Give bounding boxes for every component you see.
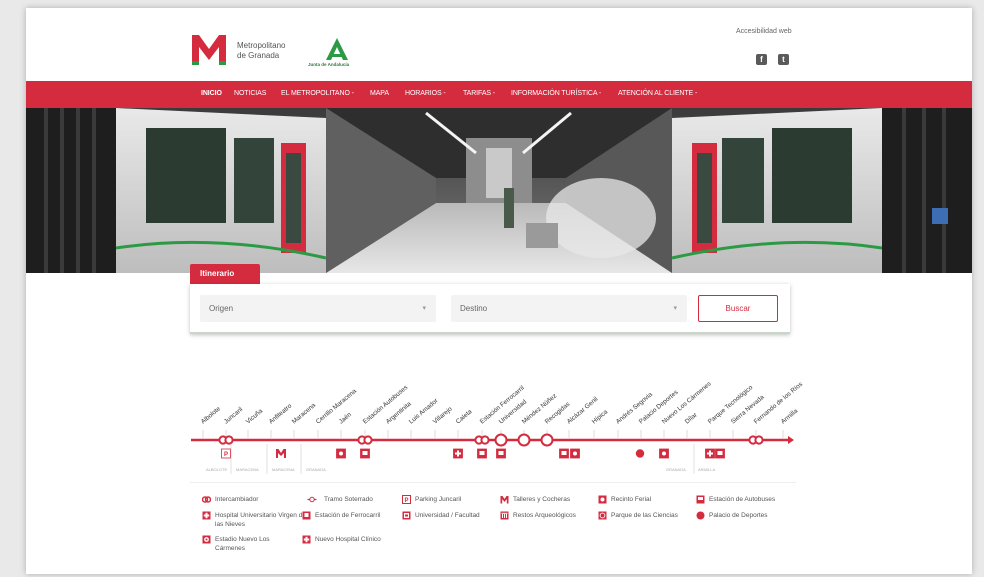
interchange-icon[interactable] bbox=[224, 435, 234, 445]
chevron-down-icon: ▾ bbox=[673, 305, 677, 312]
junta-label: Junta de Andalucía bbox=[308, 62, 350, 67]
new-hospital-icon[interactable] bbox=[705, 448, 715, 459]
train-station-icon bbox=[302, 511, 311, 520]
station-label[interactable]: Anfiteatro bbox=[268, 402, 294, 425]
origin-select[interactable]: Origen ▾ bbox=[200, 295, 436, 322]
facebook-icon[interactable]: f bbox=[756, 54, 767, 65]
itinerary-form: Origen ▾ Destino ▾ Buscar bbox=[190, 284, 790, 334]
train-station-icon[interactable] bbox=[477, 448, 487, 459]
underground-station[interactable] bbox=[494, 433, 508, 447]
parking-icon: P bbox=[402, 495, 411, 504]
nav-atencion-cliente[interactable]: ATENCIÓN AL CLIENTE - bbox=[618, 90, 697, 97]
brand-line2: de Granada bbox=[237, 51, 280, 60]
sports-palace-icon[interactable] bbox=[635, 449, 645, 458]
parking-icon[interactable]: P bbox=[221, 448, 231, 459]
station-label[interactable]: Vicuña bbox=[245, 407, 265, 425]
station-label[interactable]: Juncaril bbox=[223, 406, 244, 426]
interchange-icon[interactable] bbox=[363, 435, 373, 445]
university-icon[interactable] bbox=[715, 448, 725, 459]
new-hospital-icon bbox=[302, 535, 311, 544]
metro-logo[interactable] bbox=[190, 31, 228, 67]
station-label[interactable]: Armilla bbox=[780, 407, 800, 425]
brand-name: Metropolitano de Granada bbox=[237, 41, 285, 61]
bus-station-icon bbox=[696, 495, 705, 504]
destination-value: Destino bbox=[460, 304, 488, 313]
university-icon[interactable] bbox=[496, 448, 506, 459]
twitter-icon[interactable]: t bbox=[778, 54, 789, 65]
hospital-icon bbox=[202, 511, 211, 520]
nav-horarios[interactable]: HORARIOS - bbox=[405, 90, 446, 97]
nav-noticias[interactable]: NOTICIAS bbox=[234, 90, 266, 97]
university-icon bbox=[402, 511, 411, 520]
station-label[interactable]: Hípica bbox=[591, 408, 610, 425]
page: Metropolitano de Granada Junta de Andalu… bbox=[26, 8, 972, 574]
metro-line-map: Albolote Juncaril Vicuña AnfiteatroMaracena… bbox=[191, 380, 804, 474]
science-park-icon bbox=[598, 511, 607, 520]
zone-label: ALBOLOTE bbox=[206, 467, 227, 472]
main-nav: INICIO NOTICIAS EL METROPOLITANO - MAPA … bbox=[26, 81, 972, 108]
underground-station[interactable] bbox=[517, 433, 531, 447]
nav-mapa[interactable]: MAPA bbox=[370, 90, 389, 97]
interchange-icon bbox=[202, 496, 211, 503]
accessibility-link[interactable]: Accesibilidad web bbox=[736, 28, 792, 35]
archaeology-icon[interactable] bbox=[559, 448, 569, 459]
zone-label: GRANADA bbox=[306, 467, 326, 472]
station-label[interactable]: Albolote bbox=[200, 405, 223, 425]
station-label[interactable]: Dílar bbox=[684, 411, 700, 426]
stadium-icon bbox=[202, 535, 211, 544]
zone-label: GRANADA bbox=[666, 467, 686, 472]
station-label[interactable]: Caleta bbox=[455, 408, 474, 426]
science-park-icon[interactable] bbox=[570, 448, 580, 459]
destination-select[interactable]: Destino ▾ bbox=[451, 295, 687, 322]
zone-label: MARACENA bbox=[272, 467, 295, 472]
stadium-icon[interactable] bbox=[659, 448, 669, 459]
itinerary-tab[interactable]: Itinerario bbox=[190, 264, 260, 284]
svg-text:P: P bbox=[224, 452, 228, 458]
brand-line1: Metropolitano bbox=[237, 41, 286, 50]
fairground-icon[interactable] bbox=[336, 448, 346, 459]
nav-inicio[interactable]: INICIO bbox=[201, 90, 222, 97]
hero-image bbox=[26, 108, 972, 273]
workshop-icon[interactable] bbox=[276, 449, 286, 458]
zone-label: MARACENA bbox=[236, 467, 259, 472]
workshop-icon bbox=[500, 496, 509, 504]
station-label[interactable]: Jaén bbox=[338, 411, 353, 426]
interchange-icon[interactable] bbox=[480, 435, 490, 445]
chevron-down-icon: ▾ bbox=[422, 305, 426, 312]
bus-station-icon[interactable] bbox=[360, 448, 370, 459]
hospital-icon[interactable] bbox=[453, 448, 463, 459]
interchange-icon[interactable] bbox=[754, 435, 764, 445]
fairground-icon bbox=[598, 495, 607, 504]
nav-tarifas[interactable]: TARIFAS - bbox=[463, 90, 495, 97]
sports-palace-icon bbox=[696, 511, 705, 520]
search-button[interactable]: Buscar bbox=[698, 295, 778, 322]
station-label[interactable]: Maracena bbox=[291, 402, 318, 426]
map-legend: Intercambiador Tramo Soterrado P Parking… bbox=[190, 482, 796, 574]
underground-station[interactable] bbox=[540, 433, 554, 447]
zone-label: ARMILLA bbox=[698, 467, 715, 472]
station-label[interactable]: Cerrillo Maracena bbox=[315, 387, 358, 425]
origin-value: Origen bbox=[209, 304, 234, 313]
station-label[interactable]: Villarejo bbox=[432, 405, 454, 425]
underground-icon bbox=[307, 496, 317, 503]
svg-text:P: P bbox=[404, 498, 408, 504]
line-end-arrow bbox=[788, 436, 794, 444]
archaeology-icon bbox=[500, 511, 509, 520]
nav-el-metropolitano[interactable]: EL METROPOLITANO - bbox=[281, 90, 354, 97]
nav-informacion-turistica[interactable]: INFORMACIÓN TURÍSTICA - bbox=[511, 90, 601, 97]
